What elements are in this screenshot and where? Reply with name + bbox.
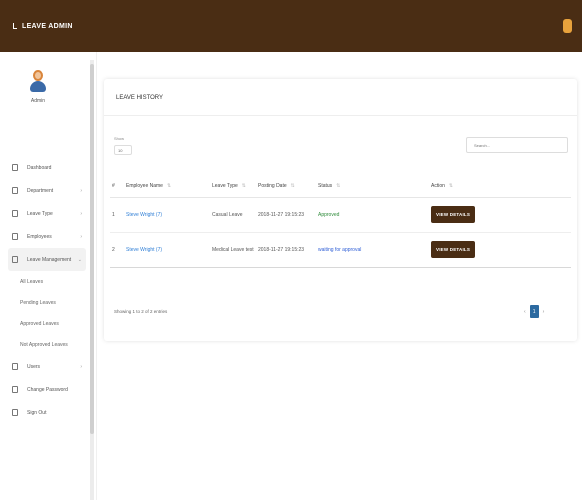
brand-name: LEAVE ADMIN [22, 22, 73, 30]
table-row: 1 Steve Wright (7) Casual Leave 2018-11-… [110, 197, 571, 233]
sidebar-subitem-approved-leaves[interactable]: Approved Leaves [20, 313, 86, 334]
chevron-down-icon: ⌄ [77, 256, 82, 263]
dashboard-icon [12, 164, 18, 171]
employee-name-link[interactable]: Steve Wright (7) [126, 212, 162, 218]
sidebar-item-label: Employees [27, 233, 52, 240]
pagination: ‹ 1 › [524, 305, 544, 318]
sidebar-item-label: Change Password [27, 386, 68, 393]
row-number: 1 [110, 197, 124, 233]
avatar [29, 68, 47, 94]
sign-out-icon [12, 409, 18, 416]
sort-icon: ⇅ [241, 182, 246, 189]
sidebar-item-dashboard[interactable]: Dashboard [8, 156, 86, 179]
employees-icon [12, 233, 18, 240]
chevron-right-icon: › [80, 210, 82, 217]
user-menu-icon[interactable] [563, 19, 572, 33]
column-header-status[interactable]: Status ⇅ [316, 175, 429, 198]
sidebar-item-change-password[interactable]: Change Password [8, 378, 86, 401]
leave-type-cell: Medical Leave test [210, 232, 256, 268]
page-size-select[interactable]: 10 [114, 145, 132, 155]
brand[interactable]: LEAVE ADMIN [13, 23, 73, 30]
sidebar-item-employees[interactable]: Employees › [8, 225, 86, 248]
leave-management-icon [12, 256, 18, 263]
leave-type-icon [12, 210, 18, 217]
sidebar-subitem-not-approved-leaves[interactable]: Not Approved Leaves [20, 334, 86, 355]
posting-date-cell: 2018-11-27 19:15:23 [256, 197, 316, 233]
posting-date-cell: 2018-11-27 19:15:23 [256, 232, 316, 268]
sidebar-item-label: Leave Type [27, 210, 53, 217]
view-details-button[interactable]: VIEW DETAILS [431, 206, 476, 223]
sidebar-item-users[interactable]: Users › [8, 355, 86, 378]
sidebar-submenu: All Leaves Pending Leaves Approved Leave… [20, 271, 86, 355]
department-icon [12, 187, 18, 194]
profile-name: Admin [30, 98, 46, 104]
column-header-posting-date[interactable]: Posting Date ⇅ [256, 175, 316, 198]
chevron-right-icon: › [80, 187, 82, 194]
column-header-leave-type[interactable]: Leave Type ⇅ [210, 175, 256, 198]
table-info: Showing 1 to 2 of 2 entries [114, 309, 168, 314]
show-entries-label: Show [114, 136, 125, 141]
sidebar-subitem-all-leaves[interactable]: All Leaves [20, 271, 86, 292]
sidebar-item-department[interactable]: Department › [8, 179, 86, 202]
sidebar-item-leave-type[interactable]: Leave Type › [8, 202, 86, 225]
sort-icon: ⇅ [290, 182, 295, 189]
leave-type-cell: Casual Leave [210, 197, 256, 233]
chevron-right-icon: › [80, 233, 82, 240]
pagination-prev[interactable]: ‹ [524, 309, 526, 315]
chevron-right-icon: › [80, 363, 82, 370]
status-badge: Approved [318, 211, 340, 218]
column-header-number[interactable]: # [110, 175, 124, 198]
sidebar-item-leave-management[interactable]: Leave Management ⌄ [8, 248, 86, 271]
sort-icon: ⇅ [336, 182, 341, 189]
column-header-action[interactable]: Action ⇅ [429, 175, 571, 198]
sidebar-subitem-pending-leaves[interactable]: Pending Leaves [20, 292, 86, 313]
leave-table: # Employee Name ⇅ Leave Type ⇅ Posting Dat… [110, 175, 571, 268]
top-navbar: LEAVE ADMIN [0, 0, 582, 52]
leave-history-card: LEAVE HISTORY Show 10 # Employee Name⇅ L… [104, 79, 577, 341]
sidebar-item-label: Leave Management [27, 256, 72, 263]
brand-logo-icon [13, 23, 17, 29]
table-header-row: # Employee Name ⇅ Leave Type ⇅ Posting Dat… [110, 175, 571, 198]
sidebar-item-label: Sign Out [27, 409, 47, 416]
divider [104, 115, 577, 116]
row-number: 2 [110, 232, 124, 268]
users-icon [12, 363, 18, 370]
status-badge: waiting for approval [318, 246, 362, 253]
pagination-page-current[interactable]: 1 [529, 305, 539, 318]
lock-icon [12, 386, 18, 393]
search-input[interactable] [466, 137, 568, 153]
column-header-employee-name[interactable]: Employee Name ⇅ [124, 175, 210, 198]
page-title: LEAVE HISTORY [116, 95, 164, 101]
sidebar-item-label: Department [27, 187, 54, 194]
view-details-button[interactable]: VIEW DETAILS [431, 241, 476, 258]
pagination-next[interactable]: › [543, 309, 545, 315]
sort-icon: ⇅ [166, 182, 172, 189]
table-row: 2 Steve Wright (7) Medical Leave test 20… [110, 232, 571, 268]
sidebar-profile: Admin [18, 68, 58, 104]
sort-icon: ⇅ [448, 182, 454, 189]
sidebar-item-label: Dashboard [27, 164, 52, 171]
sidebar-scrollbar-thumb[interactable] [90, 64, 94, 434]
employee-name-link[interactable]: Steve Wright (7) [126, 247, 162, 253]
sidebar-item-label: Users [27, 363, 41, 370]
sidebar-item-sign-out[interactable]: Sign Out [8, 401, 86, 424]
sidebar-nav: Dashboard Department › Leave Type › Empl… [8, 156, 86, 424]
